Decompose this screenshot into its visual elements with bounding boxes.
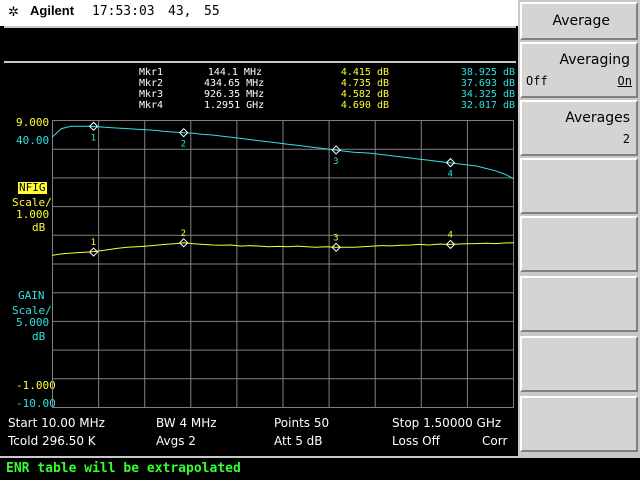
marker-number: 2 [181, 229, 186, 239]
message-bar: ENR table will be extrapolated [0, 456, 640, 480]
title-area [4, 28, 516, 60]
averaging-off-option: Off [526, 74, 548, 88]
agilent-logo-icon: ✲ [8, 4, 19, 19]
averages-value: 2 [622, 132, 630, 146]
averaging-label: Averaging [559, 52, 630, 68]
clock-time: 17:53:03 [92, 4, 155, 19]
softkey-empty-6[interactable] [520, 276, 638, 332]
status-bar: ✲ Agilent 17:53:03 43, 55 [0, 0, 518, 26]
marker-number: 3 [333, 157, 338, 167]
gain-bottom-value: -10.00 [16, 397, 56, 410]
marker-number: 1 [91, 133, 96, 143]
divider [4, 61, 516, 63]
status-value-1: 43, [168, 4, 192, 19]
marker-name: Mkr4 [139, 100, 164, 111]
gain-scale-value: 5.000 [16, 316, 50, 329]
softkey-empty-4[interactable] [520, 158, 638, 214]
marker-number: 2 [181, 140, 186, 150]
averaging-toggle-softkey[interactable]: Averaging Off On [520, 42, 638, 98]
gain-unit: dB [32, 330, 46, 343]
softkey-empty-5[interactable] [520, 216, 638, 272]
loss-status: Loss Off [392, 434, 440, 448]
menu-title: Average [520, 2, 638, 40]
correction-status: Corr [482, 434, 508, 448]
marker-number: 4 [447, 230, 452, 240]
softkey-panel: Average Averaging Off On Averages 2 [518, 0, 640, 456]
softkey-empty-8[interactable] [520, 396, 638, 452]
averaging-on-option: On [617, 74, 632, 88]
stop-frequency: Stop 1.50000 GHz [392, 416, 502, 430]
nf-scale-value: 1.000 [16, 208, 50, 221]
bandwidth: BW 4 MHz [156, 416, 217, 430]
averages-label: Averages [565, 110, 630, 126]
menu-title-label: Average [552, 13, 611, 29]
averages-softkey[interactable]: Averages 2 [520, 100, 638, 156]
marker-noise-figure: 4.690 dB [340, 100, 389, 111]
marker-gain: 32.017 dB [460, 100, 515, 111]
averages-count: Avgs 2 [156, 434, 196, 448]
marker-frequency: 1.2951 GHz [204, 100, 265, 111]
gain-trace-label: GAIN [18, 289, 45, 302]
gain-top-value: 40.00 [16, 134, 50, 147]
softkey-empty-7[interactable] [520, 336, 638, 392]
nfig-trace-label: NFIG [18, 181, 47, 194]
nf-unit: dB [32, 221, 46, 234]
marker-number: 4 [447, 170, 452, 180]
nf-bottom-value: -1.000 [16, 379, 56, 392]
measurement-settings: Start 10.00 MHz BW 4 MHz Points 50 Stop … [4, 414, 516, 452]
brand-name: Agilent [30, 3, 75, 18]
marker-number: 3 [333, 233, 338, 243]
status-value-2: 55 [204, 4, 220, 19]
start-frequency: Start 10.00 MHz [8, 416, 105, 430]
attenuation: Att 5 dB [274, 434, 323, 448]
nf-top-value: 9.000 [16, 116, 50, 129]
tcold-value: Tcold 296.50 K [8, 434, 96, 448]
measurement-display: Mkr1 144.1 MHz 4.415 dB 38.925 dB Mkr2 4… [4, 64, 516, 414]
trace-graph: 1 2 3 4 1 2 3 4 [52, 120, 514, 408]
points-count: Points 50 [274, 416, 330, 430]
marker-number: 1 [91, 238, 96, 248]
status-message: ENR table will be extrapolated [6, 461, 241, 476]
